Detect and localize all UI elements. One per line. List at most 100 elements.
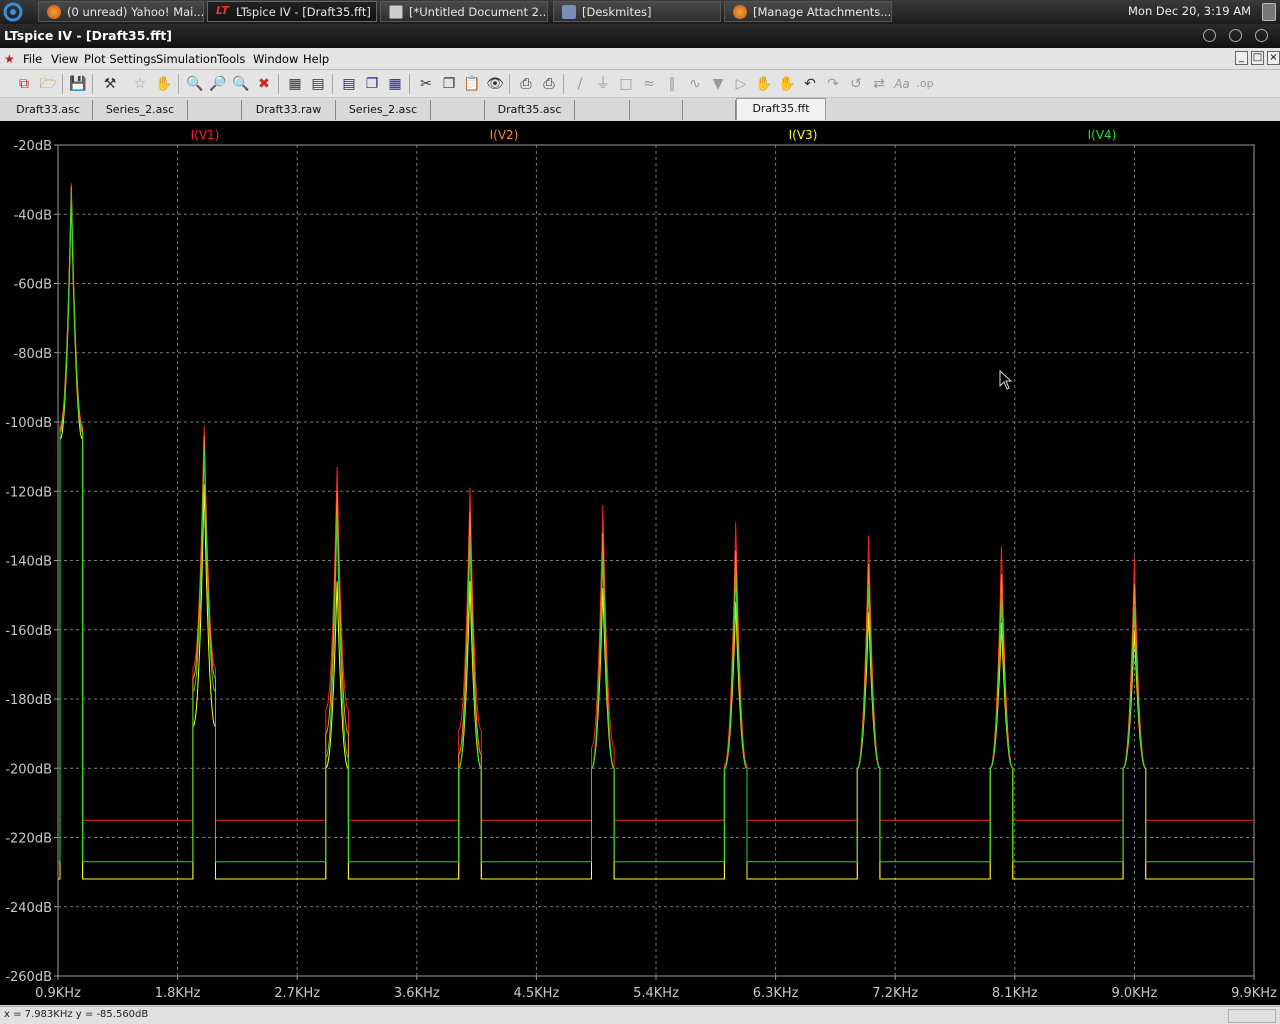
y-tick-label: -220dB <box>5 832 52 847</box>
undo-icon[interactable]: ↶ <box>800 74 820 94</box>
taskbar-item-untitled-document[interactable]: [*Untitled Document 2... <box>380 1 548 22</box>
cascade-icon[interactable]: ❐ <box>362 74 382 94</box>
capacitor-icon[interactable]: ‖ <box>662 74 682 94</box>
tab-draft35-asc[interactable]: Draft35.asc <box>485 100 575 120</box>
resistor-icon[interactable]: ≈ <box>639 74 659 94</box>
component-icon[interactable]: ▷ <box>731 74 751 94</box>
ground-icon[interactable]: ⏚ <box>593 74 613 94</box>
zoom-in-icon[interactable]: 🔍 <box>185 74 205 94</box>
spice-directive-icon[interactable]: .op <box>915 74 935 94</box>
clock[interactable]: Mon Dec 20, 3:19 AM <box>1128 4 1251 18</box>
toolbar: ⧉ 🗁 💾 ⚒ ☆ ✋ 🔍 🔎 🔍 ✖ ▦ ▤ ▤ ❐ ▦ ✂ ❐ 📋 👁 ⎙ … <box>0 70 1280 98</box>
tile-horizontal-icon[interactable]: ▤ <box>339 74 359 94</box>
toolbar-separator <box>509 74 510 94</box>
ltspice-app-icon[interactable]: ★ <box>4 52 15 66</box>
legend-iv1: I(V1) <box>191 128 220 142</box>
drag-icon[interactable]: ✋ <box>777 74 797 94</box>
redo-icon[interactable]: ↷ <box>823 74 843 94</box>
trash-icon[interactable] <box>1262 3 1276 21</box>
inductor-icon[interactable]: ∿ <box>685 74 705 94</box>
mdi-close-button[interactable]: × <box>1267 51 1280 65</box>
toolbar-separator <box>409 74 410 94</box>
toolbar-separator <box>62 74 63 94</box>
desktop-taskbar: (0 unread) Yahoo! Mai... LT LTspice IV -… <box>0 0 1280 24</box>
mdi-restore-button[interactable]: □ <box>1251 51 1264 65</box>
open-folder-icon[interactable]: 🗁 <box>38 74 58 94</box>
find-icon[interactable]: 👁 <box>485 74 505 94</box>
autorange-icon[interactable]: ▦ <box>285 74 305 94</box>
menu-simulation[interactable]: Simulation <box>156 52 217 66</box>
fft-plot[interactable]: 0.9KHz 1.8KHz 2.7KHz 3.6KHz 4.5KHz 5.4KHz 6.3K… <box>0 121 1280 1005</box>
y-tick-label: -60dB <box>14 278 52 293</box>
tab-series2-asc[interactable]: Series_2.asc <box>93 100 188 120</box>
new-schematic-icon[interactable]: ⧉ <box>14 74 34 94</box>
tab-empty[interactable] <box>188 100 242 120</box>
y-tick-label: -20dB <box>14 139 52 154</box>
taskbar-item-label: LTspice IV - [Draft35.fft] <box>236 5 371 19</box>
tab-empty[interactable] <box>431 100 485 120</box>
print-setup-icon[interactable]: ⎙ <box>516 74 536 94</box>
text-editor-icon <box>389 5 403 19</box>
firefox-icon <box>47 5 61 19</box>
taskbar-item-manage-attachments[interactable]: [Manage Attachments... <box>724 1 892 22</box>
wire-icon[interactable]: ∕ <box>570 74 590 94</box>
x-tick-label: 7.2KHz <box>872 986 918 1001</box>
pan-icon[interactable]: 🔎 <box>208 74 228 94</box>
tab-draft35-fft[interactable]: Draft35.fft <box>736 98 826 120</box>
toolbar-separator <box>332 74 333 94</box>
toolbar-separator <box>178 74 179 94</box>
tab-empty[interactable] <box>683 100 736 120</box>
tile-vertical-icon[interactable]: ▦ <box>385 74 405 94</box>
window-titlebar[interactable]: LTspice IV - [Draft35.fft] <box>0 24 1280 48</box>
resize-grip[interactable] <box>1228 1009 1276 1023</box>
close-window-button[interactable] <box>1255 29 1268 42</box>
y-tick-label: -240dB <box>5 901 52 916</box>
taskbar-item-label: [*Untitled Document 2... <box>409 5 548 19</box>
toolbar-separator <box>563 74 564 94</box>
mirror-icon[interactable]: ⇄ <box>869 74 889 94</box>
x-tick-label: 0.9KHz <box>35 986 81 1001</box>
halt-icon[interactable]: ✋ <box>154 74 174 94</box>
copy-icon[interactable]: ❐ <box>439 74 459 94</box>
zoom-out-icon[interactable]: 🔍 <box>231 74 251 94</box>
x-tick-label: 2.7KHz <box>274 986 320 1001</box>
taskbar-item-yahoo-mail[interactable]: (0 unread) Yahoo! Mai... <box>38 1 204 22</box>
text-icon[interactable]: Aa <box>892 74 912 94</box>
menu-tools[interactable]: Tools <box>217 52 245 66</box>
taskbar-item-deskmites[interactable]: [Deskmites] <box>553 1 721 22</box>
menu-file[interactable]: File <box>23 52 42 66</box>
print-icon[interactable]: ⎙ <box>539 74 559 94</box>
menu-help[interactable]: Help <box>303 52 329 66</box>
start-menu-icon[interactable] <box>2 2 24 22</box>
app-icon <box>562 5 576 19</box>
control-panel-icon[interactable]: ⚒ <box>100 74 120 94</box>
move-icon[interactable]: ✋ <box>754 74 774 94</box>
paste-icon[interactable]: 📋 <box>462 74 482 94</box>
label-net-icon[interactable]: □ <box>616 74 636 94</box>
tab-series2-asc-2[interactable]: Series_2.asc <box>336 100 431 120</box>
legend-iv4: I(V4) <box>1088 128 1117 142</box>
menu-view[interactable]: View <box>51 52 78 66</box>
waveform-plot-pane[interactable]: 0.9KHz 1.8KHz 2.7KHz 3.6KHz 4.5KHz 5.4KHz 6.3K… <box>0 121 1280 1005</box>
maximize-window-button[interactable] <box>1229 29 1242 42</box>
tab-draft33-raw[interactable]: Draft33.raw <box>242 100 336 120</box>
x-tick-label: 8.1KHz <box>992 986 1038 1001</box>
tab-empty[interactable] <box>575 100 630 120</box>
diode-icon[interactable]: ▼ <box>708 74 728 94</box>
minimize-window-button[interactable] <box>1203 29 1216 42</box>
save-icon[interactable]: 💾 <box>68 74 88 94</box>
run-icon[interactable]: ☆ <box>130 74 150 94</box>
x-tick-label: 5.4KHz <box>633 986 679 1001</box>
rotate-icon[interactable]: ↺ <box>846 74 866 94</box>
legend-iv3: I(V3) <box>789 128 818 142</box>
taskbar-item-ltspice[interactable]: LT LTspice IV - [Draft35.fft] <box>207 1 377 22</box>
menu-window[interactable]: Window <box>253 52 298 66</box>
tab-empty[interactable] <box>630 100 683 120</box>
cut-icon[interactable]: ✂ <box>416 74 436 94</box>
menu-plot-settings[interactable]: Plot Settings <box>84 52 157 66</box>
legend-iv2: I(V2) <box>490 128 519 142</box>
zoom-full-icon[interactable]: ✖ <box>254 74 274 94</box>
mdi-minimize-button[interactable]: _ <box>1235 51 1248 65</box>
grid-icon[interactable]: ▤ <box>308 74 328 94</box>
tab-draft33-asc[interactable]: Draft33.asc <box>4 100 93 120</box>
